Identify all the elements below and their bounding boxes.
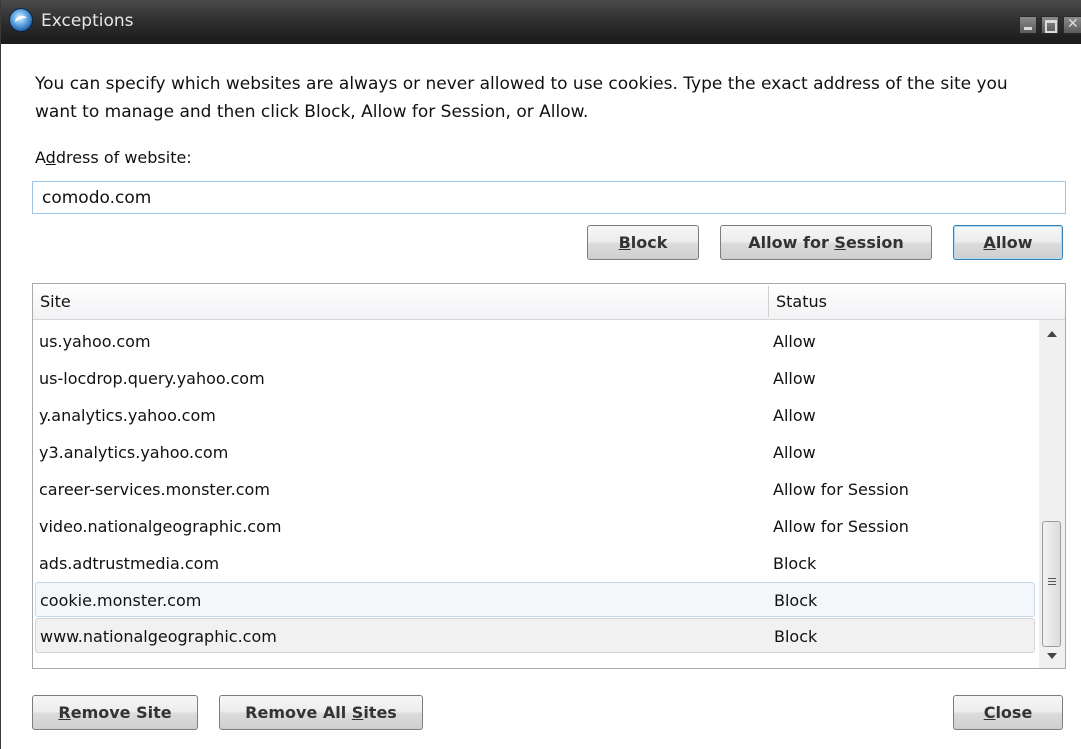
column-header-status[interactable]: Status (776, 292, 827, 311)
remove-all-sites-button[interactable]: Remove All Sites (219, 695, 423, 730)
table-row[interactable]: us.yahoo.com Allow (35, 324, 1035, 359)
browser-logo-icon (10, 9, 32, 31)
column-divider[interactable] (768, 286, 769, 317)
status-cell: Block (774, 627, 818, 646)
status-cell: Allow (773, 406, 816, 425)
scroll-down-icon[interactable] (1047, 653, 1057, 659)
allow-button[interactable]: Allow (953, 225, 1063, 260)
scrollbar-thumb[interactable] (1042, 521, 1061, 647)
table-row[interactable]: video.nationalgeographic.com Allow for S… (35, 509, 1035, 544)
close-window-icon[interactable] (1063, 16, 1081, 34)
address-label: Address of website: (35, 148, 192, 167)
site-cell: www.nationalgeographic.com (40, 627, 277, 646)
close-button[interactable]: Close (953, 695, 1063, 730)
window-title: Exceptions (41, 11, 134, 31)
status-cell: Block (774, 591, 818, 610)
scroll-up-icon[interactable] (1047, 331, 1057, 337)
site-cell: us.yahoo.com (39, 332, 151, 351)
list-header: Site Status (33, 284, 1065, 320)
table-row[interactable]: y.analytics.yahoo.com Allow (35, 398, 1035, 433)
site-cell: cookie.monster.com (40, 591, 202, 610)
status-cell: Allow for Session (773, 517, 909, 536)
block-button[interactable]: Block (587, 225, 699, 260)
status-cell: Allow (773, 443, 816, 462)
grip-icon (1048, 578, 1056, 587)
column-header-site[interactable]: Site (40, 292, 71, 311)
site-cell: y.analytics.yahoo.com (39, 406, 216, 425)
status-cell: Allow for Session (773, 480, 909, 499)
table-row-selected[interactable]: cookie.monster.com Block (35, 582, 1035, 617)
status-cell: Allow (773, 332, 816, 351)
site-cell: us-locdrop.query.yahoo.com (39, 369, 265, 388)
sites-list[interactable]: Site Status us.yahoo.com Allow us-locdro… (32, 283, 1066, 669)
exceptions-dialog: Exceptions You can specify which website… (0, 0, 1081, 749)
allow-for-session-button[interactable]: Allow for Session (720, 225, 932, 260)
address-input[interactable] (32, 181, 1066, 214)
table-row[interactable]: y3.analytics.yahoo.com Allow (35, 435, 1035, 470)
table-row[interactable]: ads.adtrustmedia.com Block (35, 546, 1035, 581)
table-row[interactable]: us-locdrop.query.yahoo.com Allow (35, 361, 1035, 396)
status-cell: Allow (773, 369, 816, 388)
maximize-icon[interactable] (1041, 16, 1059, 34)
instructions-text: You can specify which websites are alway… (35, 74, 1008, 122)
list-rows: us.yahoo.com Allow us-locdrop.query.yaho… (33, 320, 1039, 653)
table-row[interactable]: career-services.monster.com Allow for Se… (35, 472, 1035, 507)
site-cell: career-services.monster.com (39, 480, 270, 499)
site-cell: video.nationalgeographic.com (39, 517, 282, 536)
table-row-selected[interactable]: www.nationalgeographic.com Block (35, 618, 1035, 653)
minimize-icon[interactable] (1019, 16, 1037, 34)
title-bar[interactable]: Exceptions (1, 0, 1081, 44)
status-cell: Block (773, 554, 817, 573)
vertical-scrollbar[interactable] (1039, 320, 1065, 668)
site-cell: ads.adtrustmedia.com (39, 554, 220, 573)
site-cell: y3.analytics.yahoo.com (39, 443, 229, 462)
remove-site-button[interactable]: Remove Site (32, 695, 198, 730)
